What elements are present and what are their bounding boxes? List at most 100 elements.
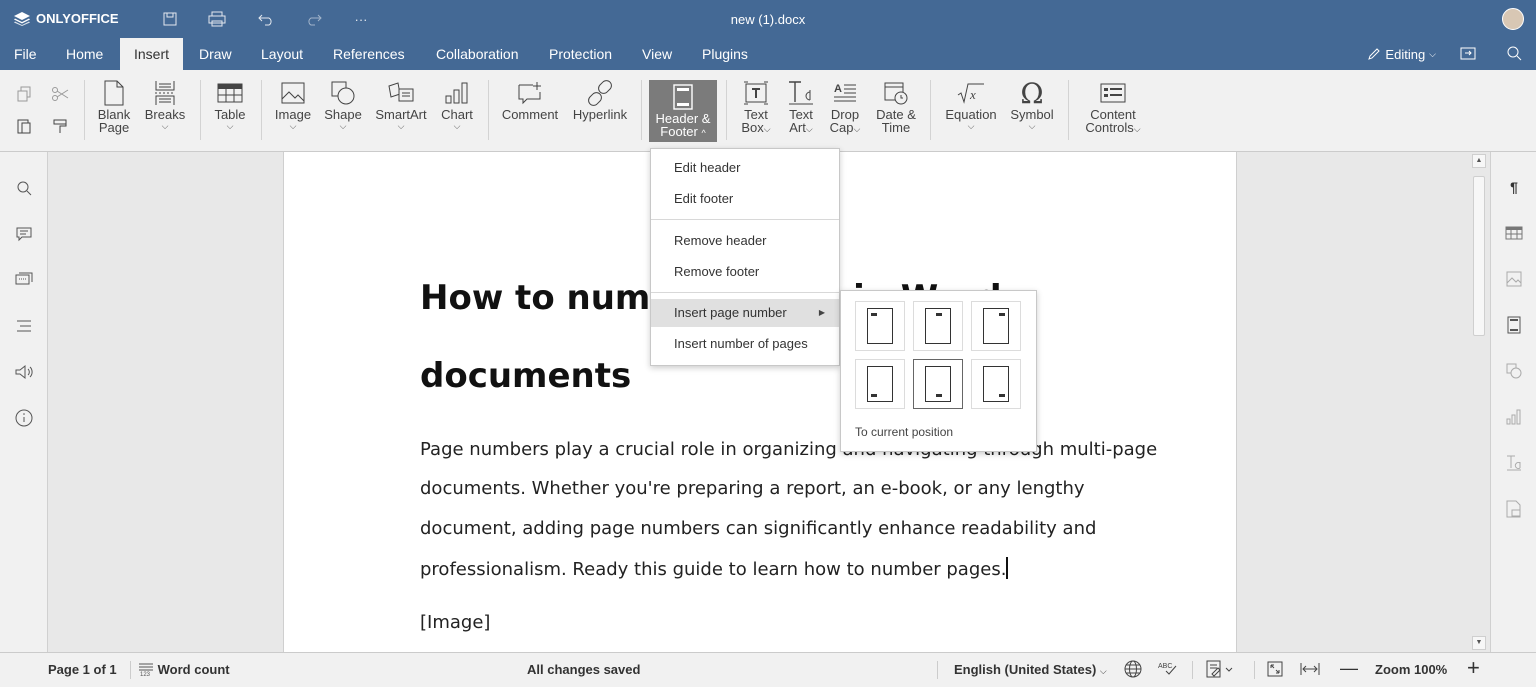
save-icon[interactable] [160, 9, 180, 29]
text-box-label-2: Box [741, 120, 764, 135]
paragraph-line[interactable]: Page numbers play a crucial role in orga… [420, 439, 1157, 460]
image-label: Image [274, 107, 312, 122]
page-number-top-left[interactable] [855, 301, 905, 351]
content-controls-button[interactable]: Content Controls⌵ [1078, 78, 1148, 136]
page-number-bottom-center[interactable] [913, 359, 963, 409]
language-selector[interactable]: English (United States) ⌵ [954, 662, 1107, 677]
shape-button[interactable]: Shape ⌵ [321, 78, 365, 131]
page-number-top-center[interactable] [913, 301, 963, 351]
comment-button[interactable]: Comment [498, 78, 562, 121]
menu-item-remove-header[interactable]: Remove header [651, 227, 839, 255]
text-art-button[interactable]: Text Art⌵ [783, 78, 819, 136]
onlyoffice-logo-icon [14, 11, 30, 26]
chart-button[interactable]: Chart ⌵ [437, 78, 477, 131]
image-settings-icon[interactable] [1505, 270, 1523, 288]
menu-item-insert-number-of-pages[interactable]: Insert number of pages [651, 330, 839, 358]
right-sidebar: ¶ [1490, 152, 1536, 652]
fit-page-icon[interactable] [1266, 660, 1284, 681]
title-bar: ONLYOFFICE ··· new (1).docx [0, 0, 1536, 38]
scrollbar-thumb[interactable] [1473, 176, 1485, 336]
page-info[interactable]: Page 1 of 1 [48, 662, 117, 677]
tab-home[interactable]: Home [56, 38, 113, 70]
svg-text:123: 123 [140, 672, 151, 676]
page-number-bottom-left[interactable] [855, 359, 905, 409]
word-count-button[interactable]: 123 Word count [138, 662, 230, 678]
tab-file[interactable]: File [4, 38, 47, 70]
image-button[interactable]: Image ⌵ [271, 78, 315, 131]
chart-settings-icon[interactable] [1505, 408, 1523, 426]
paragraph-line[interactable]: document, adding page numbers can signif… [420, 518, 1096, 539]
scroll-down-icon[interactable]: ▼ [1472, 636, 1486, 650]
tab-references[interactable]: References [323, 38, 415, 70]
scroll-up-icon[interactable]: ▲ [1472, 154, 1486, 168]
tab-insert[interactable]: Insert [120, 38, 184, 70]
user-avatar[interactable] [1502, 8, 1524, 30]
vertical-scrollbar[interactable]: ▲ ▼ [1470, 152, 1488, 652]
search-icon[interactable] [14, 178, 34, 198]
menu-item-insert-page-number[interactable]: Insert page number ▶ [651, 299, 839, 327]
spellcheck-icon[interactable]: ABC [1158, 660, 1178, 679]
table-button[interactable]: Table ⌵ [210, 78, 250, 131]
track-changes-icon[interactable] [1206, 660, 1234, 681]
feedback-icon[interactable] [14, 362, 34, 382]
zoom-level[interactable]: Zoom 100% [1375, 662, 1447, 677]
paragraph-line-last[interactable]: professionalism. Ready this guide to lea… [420, 557, 1009, 580]
breaks-button[interactable]: Breaks ⌵ [142, 78, 188, 131]
hyperlink-button[interactable]: Hyperlink [570, 78, 630, 121]
text-art-settings-icon[interactable] [1505, 454, 1523, 472]
paragraph-settings-icon[interactable]: ¶ [1505, 178, 1523, 196]
comments-icon[interactable] [14, 224, 34, 244]
zoom-out-button[interactable]: — [1340, 658, 1358, 679]
signature-settings-icon[interactable] [1505, 500, 1523, 518]
menu-item-edit-header[interactable]: Edit header [651, 154, 839, 182]
format-painter-icon[interactable] [50, 116, 70, 136]
table-settings-icon[interactable] [1505, 224, 1523, 242]
paste-icon[interactable] [14, 116, 34, 136]
submenu-arrow-icon: ▶ [818, 308, 825, 317]
equation-button[interactable]: x Equation ⌵ [940, 78, 1002, 131]
copy-icon[interactable] [14, 84, 34, 104]
omega-icon: Ω [1020, 76, 1044, 110]
chevron-down-icon: ⌵ [161, 121, 169, 131]
page-number-top-right[interactable] [971, 301, 1021, 351]
insert-page-number-label: Insert page number [674, 305, 787, 320]
navigation-icon[interactable] [14, 316, 34, 336]
zoom-in-button[interactable]: + [1467, 655, 1480, 681]
symbol-button[interactable]: Ω Symbol ⌵ [1006, 78, 1058, 131]
redo-icon[interactable] [304, 9, 324, 29]
chat-icon[interactable] [14, 270, 34, 290]
print-icon[interactable] [207, 9, 227, 29]
document-heading-line-2[interactable]: documents [420, 356, 631, 396]
smartart-button[interactable]: SmartArt ⌵ [372, 78, 430, 131]
tab-protection[interactable]: Protection [539, 38, 622, 70]
menu-item-edit-footer[interactable]: Edit footer [651, 185, 839, 213]
header-footer-button[interactable]: Header & Footer ^ [649, 80, 717, 142]
shape-settings-icon[interactable] [1505, 362, 1523, 380]
text-box-button[interactable]: Text Box⌵ [736, 78, 776, 136]
editing-mode-button[interactable]: Editing ⌵ [1367, 47, 1436, 62]
paragraph-line[interactable]: documents. Whether you're preparing a re… [420, 478, 1085, 499]
more-icon[interactable]: ··· [351, 9, 371, 29]
image-placeholder[interactable]: [Image] [420, 612, 490, 633]
tab-collaboration[interactable]: Collaboration [426, 38, 529, 70]
chevron-up-icon: ^ [701, 128, 706, 138]
drop-cap-button[interactable]: A Drop Cap⌵ [825, 78, 865, 136]
undo-icon[interactable] [256, 9, 276, 29]
page-number-bottom-right[interactable] [971, 359, 1021, 409]
tab-plugins[interactable]: Plugins [692, 38, 758, 70]
header-footer-settings-icon[interactable] [1505, 316, 1523, 334]
fit-width-icon[interactable] [1300, 660, 1320, 681]
globe-icon[interactable] [1124, 660, 1142, 681]
tab-view[interactable]: View [632, 38, 682, 70]
cut-icon[interactable] [50, 84, 70, 104]
info-icon[interactable] [14, 408, 34, 428]
search-icon[interactable] [1506, 45, 1526, 64]
blank-page-button[interactable]: Blank Page [96, 78, 132, 134]
tab-draw[interactable]: Draw [189, 38, 242, 70]
tab-layout[interactable]: Layout [251, 38, 313, 70]
menu-item-remove-footer[interactable]: Remove footer [651, 258, 839, 286]
symbol-label: Symbol [1010, 107, 1054, 122]
date-time-button[interactable]: Date & Time [872, 78, 920, 134]
to-current-position-option[interactable]: To current position [855, 425, 953, 439]
open-location-icon[interactable] [1460, 46, 1480, 63]
